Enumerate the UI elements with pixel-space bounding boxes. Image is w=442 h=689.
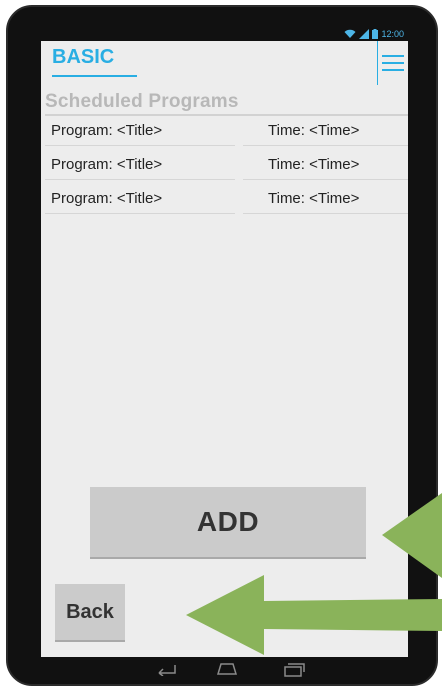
section-title: Scheduled Programs (45, 91, 239, 112)
app-title: BASIC (52, 46, 115, 68)
program-row[interactable]: Program: <Title> Time: <Time> (41, 150, 408, 180)
arrow-icon (382, 493, 442, 578)
menu-divider (377, 41, 378, 85)
row-divider (243, 179, 408, 180)
app-title-tab[interactable]: BASIC (52, 46, 137, 77)
row-divider (243, 145, 408, 146)
navigation-bar (41, 657, 408, 681)
screen: 12:00 BASIC Scheduled Programs Program: … (41, 27, 408, 657)
recents-nav-icon[interactable] (283, 661, 305, 677)
program-row[interactable]: Program: <Title> Time: <Time> (41, 184, 408, 214)
row-divider (45, 145, 235, 146)
program-title: Program: <Title> (51, 122, 163, 139)
home-nav-icon[interactable] (215, 662, 239, 676)
program-row[interactable]: Program: <Title> Time: <Time> (41, 116, 408, 146)
back-nav-icon[interactable] (155, 662, 177, 676)
wifi-icon (344, 29, 356, 38)
arrow-icon (186, 575, 442, 655)
program-time: Time: <Time> (268, 156, 360, 173)
battery-icon (372, 29, 379, 39)
program-time: Time: <Time> (268, 122, 360, 139)
row-divider (45, 179, 235, 180)
back-button[interactable]: Back (55, 584, 125, 640)
row-divider (243, 213, 408, 214)
add-button[interactable]: ADD (90, 487, 366, 557)
status-bar: 12:00 (41, 27, 408, 41)
signal-icon (359, 29, 370, 39)
program-time: Time: <Time> (268, 190, 360, 207)
status-time: 12:00 (381, 29, 404, 39)
title-underline (52, 75, 137, 77)
menu-icon[interactable] (382, 53, 404, 73)
program-title: Program: <Title> (51, 156, 163, 173)
program-title: Program: <Title> (51, 190, 163, 207)
row-divider (45, 213, 235, 214)
